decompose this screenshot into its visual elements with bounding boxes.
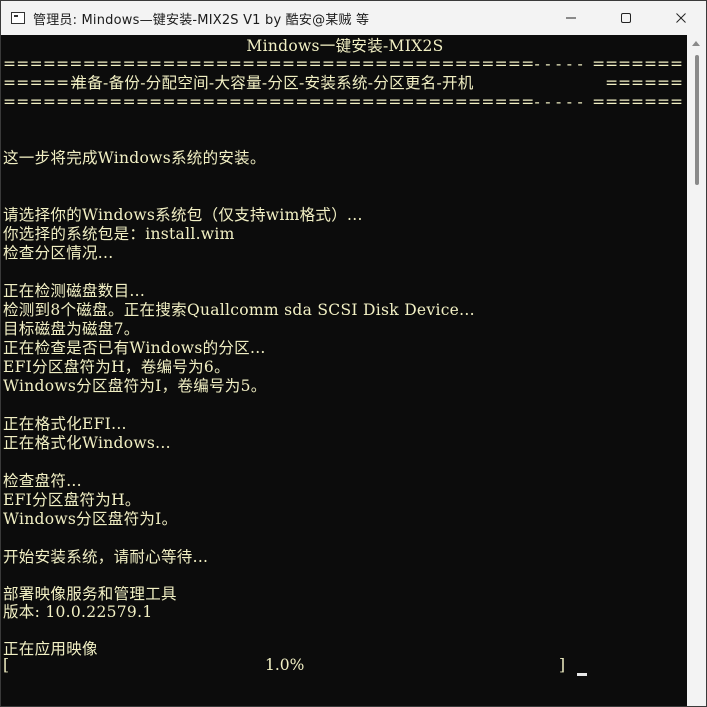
progress-left-bracket: [ bbox=[3, 656, 10, 674]
progress-right-bracket: ] bbox=[559, 656, 566, 674]
progress-percent: 1.0% bbox=[265, 656, 305, 674]
title-bar[interactable]: 管理员: Mindows—键安装-MIX2S V1 by 酷安@某贼 等 bbox=[1, 1, 706, 35]
steps-right-rule: ====== bbox=[605, 74, 683, 92]
console-line: 开始安装系统，请耐心等待... bbox=[3, 548, 209, 566]
rule-bottom-right: ======= bbox=[592, 93, 683, 111]
close-button[interactable] bbox=[653, 1, 706, 35]
console-line: 你选择的系统包是：install.wim bbox=[3, 225, 235, 243]
console-line: 正在格式化EFI... bbox=[3, 415, 127, 433]
console-line: EFI分区盘符为H。 bbox=[3, 491, 141, 509]
console-line: 检查分区情况... bbox=[3, 244, 114, 262]
rule-top-left: ========================================… bbox=[3, 55, 584, 73]
steps-text: 准备-备份-分配空间-大容量-分区-安装系统-分区更名-开机 bbox=[61, 74, 485, 92]
console-line: EFI分区盘符为H，卷编号为6。 bbox=[3, 358, 230, 376]
console-line: 部署映像服务和管理工具 bbox=[3, 585, 177, 603]
vertical-scrollbar[interactable] bbox=[687, 35, 706, 706]
console-line: 检查盘符... bbox=[3, 472, 82, 490]
console-line: 正在检测磁盘数目... bbox=[3, 282, 146, 300]
console-line: 这一步将完成Windows系统的安装。 bbox=[3, 149, 266, 167]
console-header-title: Mindows一键安装-MIX2S bbox=[246, 37, 444, 55]
maximize-icon bbox=[620, 13, 631, 23]
console-line: 版本: 10.0.22579.1 bbox=[3, 603, 153, 621]
text-cursor bbox=[577, 673, 587, 676]
minimize-icon bbox=[565, 17, 576, 19]
console-output[interactable]: Mindows一键安装-MIX2S ======================… bbox=[1, 35, 689, 706]
console-line: 正在检查是否已有Windows的分区... bbox=[3, 339, 266, 357]
console-line: Windows分区盘符为I，卷编号为5。 bbox=[3, 377, 267, 395]
scroll-up-arrow-icon[interactable] bbox=[692, 41, 700, 46]
console-line: Windows分区盘符为I。 bbox=[3, 510, 178, 528]
scrollbar-thumb[interactable] bbox=[695, 55, 699, 185]
console-line: 检测到8个磁盘。正在搜索Quallcomm sda SCSI Disk Devi… bbox=[3, 301, 475, 319]
console-line: 请选择你的Windows系统包（仅支持wim格式）... bbox=[3, 206, 363, 224]
console-app-icon bbox=[11, 12, 25, 24]
rule-top-right: ======= bbox=[592, 55, 683, 73]
close-icon bbox=[675, 13, 686, 23]
console-window: 管理员: Mindows—键安装-MIX2S V1 by 酷安@某贼 等 Min… bbox=[0, 0, 707, 707]
progress-indicator: [ 1.0% ] bbox=[3, 656, 603, 678]
maximize-button[interactable] bbox=[598, 1, 653, 35]
window-title: 管理员: Mindows—键安装-MIX2S V1 by 酷安@某贼 等 bbox=[33, 12, 370, 28]
console-line: 目标磁盘为磁盘7。 bbox=[3, 320, 140, 338]
minimize-button[interactable] bbox=[543, 1, 598, 35]
console-line: 正在格式化Windows... bbox=[3, 434, 171, 452]
rule-bottom-left: ========================================… bbox=[3, 93, 584, 111]
